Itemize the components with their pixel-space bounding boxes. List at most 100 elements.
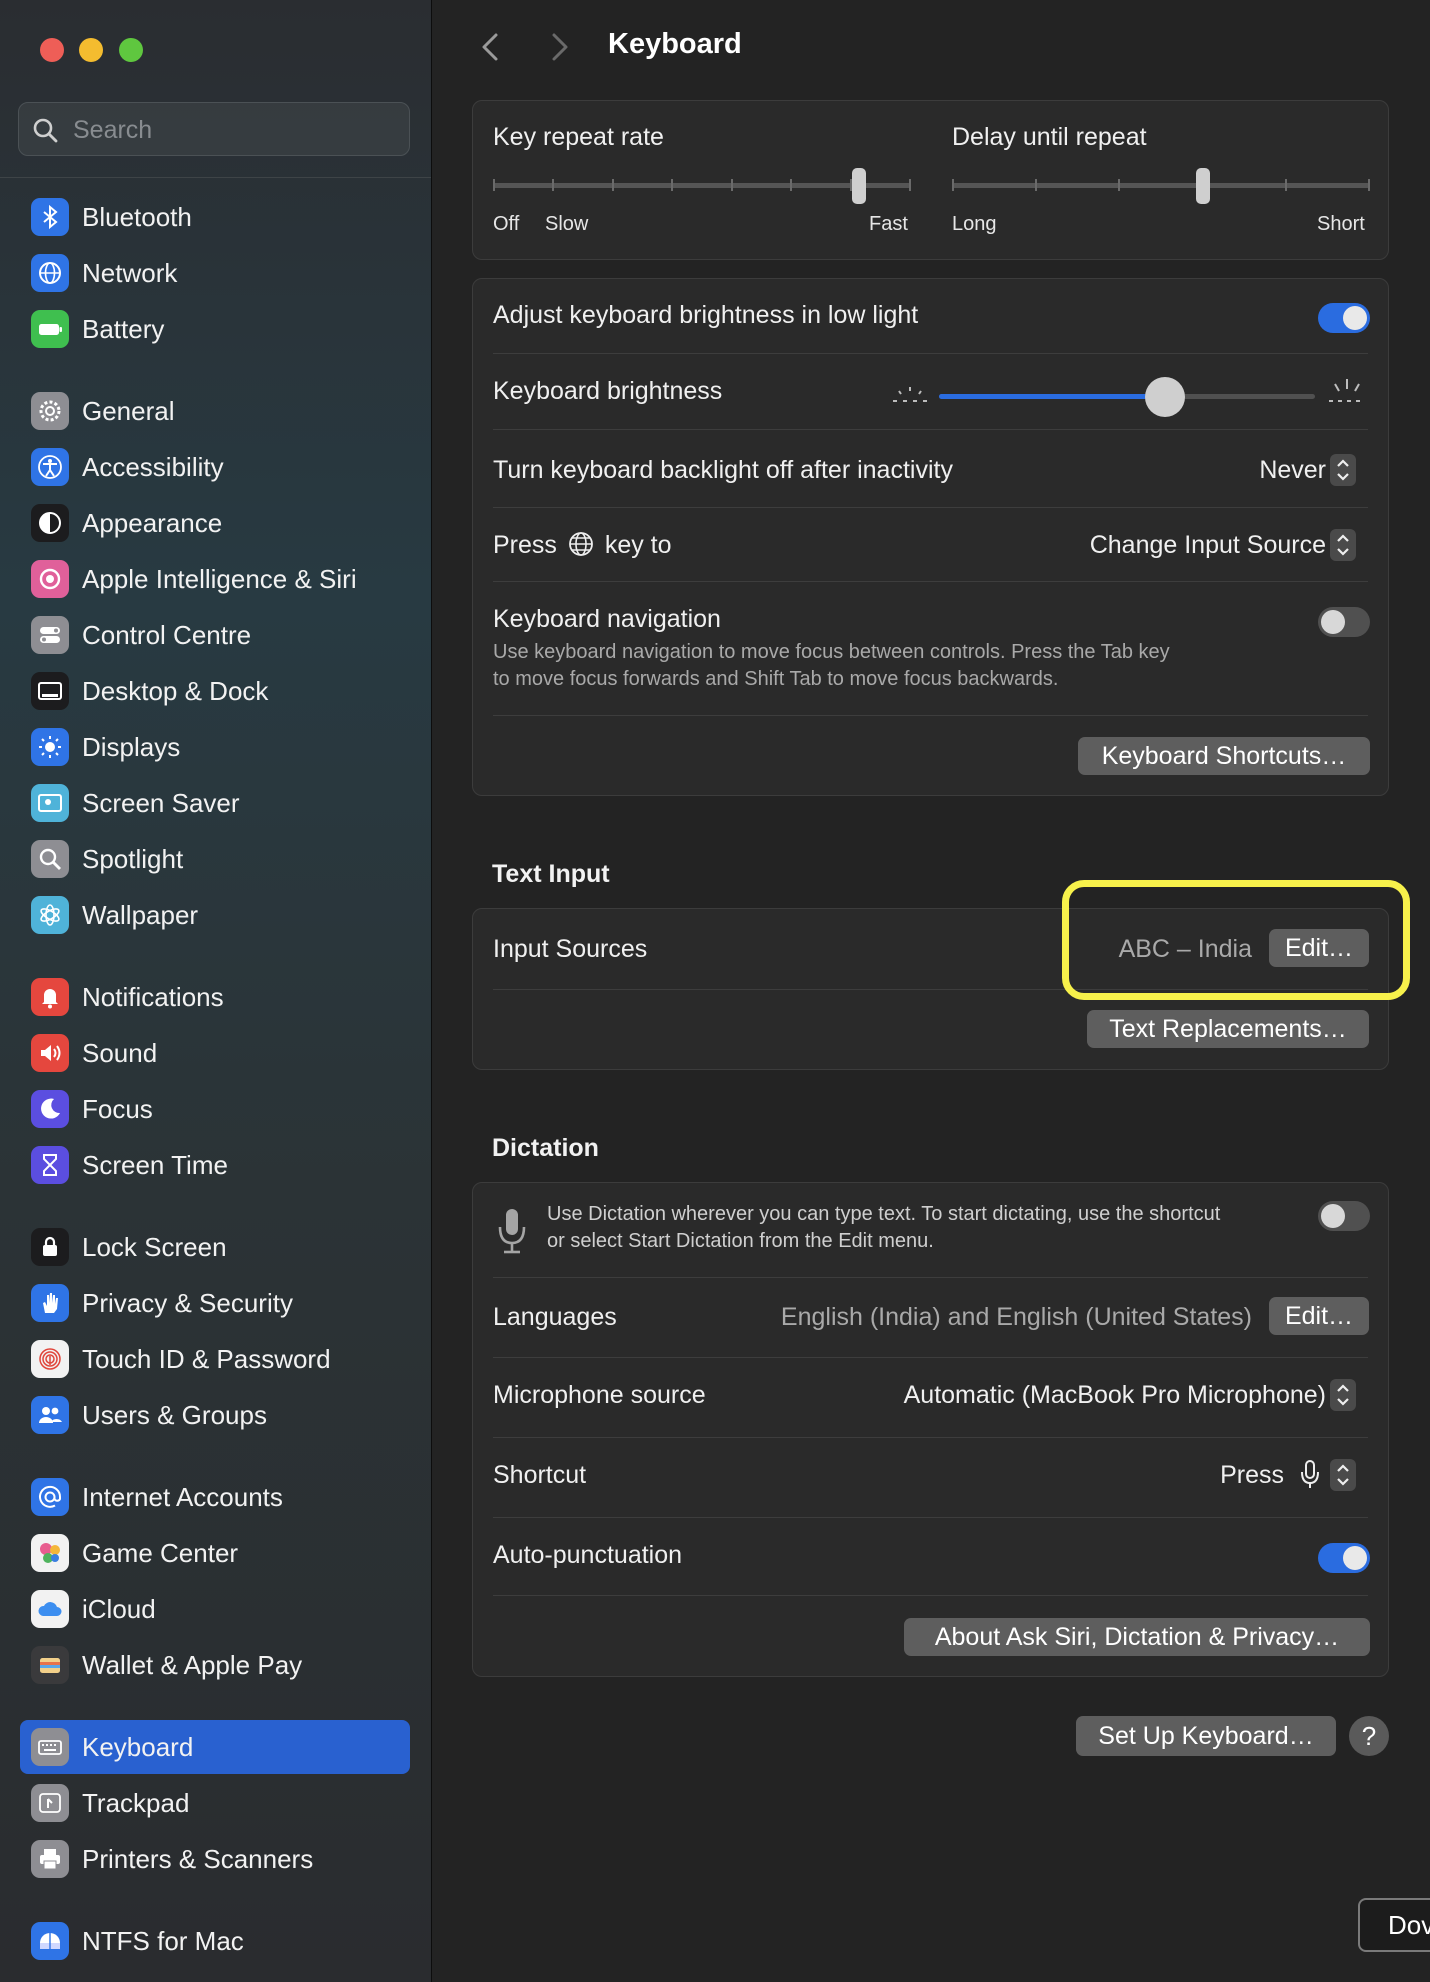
partial-button-offscreen[interactable]: Dov xyxy=(1358,1898,1430,1952)
search-field[interactable] xyxy=(18,102,410,156)
set-up-keyboard-button[interactable]: Set Up Keyboard… xyxy=(1076,1716,1336,1756)
sidebar-item-users-groups[interactable]: Users & Groups xyxy=(20,1388,410,1442)
slider-tick xyxy=(1118,179,1121,191)
sidebar-item-label: Accessibility xyxy=(82,451,224,482)
sidebar-item-label: Apple Intelligence & Siri xyxy=(82,563,357,594)
auto-punctuation-toggle[interactable] xyxy=(1318,1543,1370,1573)
keyboard-shortcuts-button[interactable]: Keyboard Shortcuts… xyxy=(1078,737,1370,775)
flower-icon xyxy=(31,896,69,934)
about-siri-dictation-privacy-button[interactable]: About Ask Siri, Dictation & Privacy… xyxy=(904,1618,1370,1656)
sidebar-item-label: Privacy & Security xyxy=(82,1287,293,1318)
shortcut-value[interactable]: Press xyxy=(1220,1461,1284,1490)
microphone-source-value[interactable]: Automatic (MacBook Pro Microphone) xyxy=(904,1381,1326,1410)
slider-tick xyxy=(1368,179,1370,191)
sidebar-item-wallet-apple-pay[interactable]: Wallet & Apple Pay xyxy=(20,1638,410,1692)
gear-icon xyxy=(31,392,69,430)
control-centre-icon xyxy=(31,616,69,654)
sidebar-item-focus[interactable]: Focus xyxy=(20,1082,410,1136)
battery-icon xyxy=(31,310,69,348)
sidebar-item-internet-accounts[interactable]: Internet Accounts xyxy=(20,1470,410,1524)
languages-edit-button[interactable]: Edit… xyxy=(1269,1297,1369,1335)
forward-arrow-icon[interactable] xyxy=(544,30,574,64)
adjust-brightness-toggle[interactable] xyxy=(1318,303,1370,333)
inactivity-popup-stepper[interactable] xyxy=(1330,454,1356,486)
sidebar-item-sound[interactable]: Sound xyxy=(20,1026,410,1080)
row-separator xyxy=(493,581,1368,582)
sidebar-item-wallpaper[interactable]: Wallpaper xyxy=(20,888,410,942)
shortcut-microphone-icon xyxy=(1301,1460,1319,1488)
minimize-window-button[interactable] xyxy=(79,38,103,62)
keyboard-icon xyxy=(31,1728,69,1766)
siri-icon xyxy=(31,560,69,598)
up-down-chevron-icon xyxy=(1337,1384,1349,1406)
microphone-source-stepper[interactable] xyxy=(1330,1379,1356,1411)
backlight-inactivity-value[interactable]: Never xyxy=(1259,456,1326,485)
slider-thumb[interactable] xyxy=(1144,377,1185,417)
speaker-icon xyxy=(31,1034,69,1072)
sidebar-item-label: Bluetooth xyxy=(82,201,192,232)
dictation-toggle[interactable] xyxy=(1318,1201,1370,1231)
sidebar-item-general[interactable]: General xyxy=(20,384,410,438)
sidebar-item-battery[interactable]: Battery xyxy=(20,302,410,356)
sidebar-item-control-centre[interactable]: Control Centre xyxy=(20,608,410,662)
dictation-card: Use Dictation wherever you can type text… xyxy=(472,1182,1389,1677)
keyboard-brightness-slider[interactable] xyxy=(939,377,1315,417)
row-separator xyxy=(493,429,1368,430)
close-window-button[interactable] xyxy=(40,38,64,62)
slider-thumb[interactable] xyxy=(1195,168,1210,204)
sidebar-item-spotlight[interactable]: Spotlight xyxy=(20,832,410,886)
key-repeat-rate-slider[interactable] xyxy=(493,166,911,206)
sidebar-item-touch-id-password[interactable]: Touch ID & Password xyxy=(20,1332,410,1386)
sidebar-item-appearance[interactable]: Appearance xyxy=(20,496,410,550)
sidebar-item-apple-intelligence-siri[interactable]: Apple Intelligence & Siri xyxy=(20,552,410,606)
sidebar-item-privacy-security[interactable]: Privacy & Security xyxy=(20,1276,410,1330)
sidebar-item-label: Desktop & Dock xyxy=(82,675,269,706)
slider-tick xyxy=(1284,179,1287,191)
help-button[interactable]: ? xyxy=(1349,1716,1389,1756)
shortcut-stepper[interactable] xyxy=(1330,1459,1356,1491)
sidebar-item-label: NTFS for Mac xyxy=(82,1925,244,1956)
hourglass-icon xyxy=(31,1146,69,1184)
delay-until-repeat-slider[interactable] xyxy=(952,166,1370,206)
sidebar-item-displays[interactable]: Displays xyxy=(20,720,410,774)
printer-icon xyxy=(31,1840,69,1878)
keyboard-navigation-toggle[interactable] xyxy=(1318,607,1370,637)
key-repeat-rate-track xyxy=(493,183,911,188)
sidebar-item-bluetooth[interactable]: Bluetooth xyxy=(20,190,410,244)
game-center-icon xyxy=(31,1534,69,1572)
sidebar-item-trackpad[interactable]: Trackpad xyxy=(20,1776,410,1830)
sidebar-item-label: Network xyxy=(82,257,178,288)
press-globe-popup-stepper[interactable] xyxy=(1330,529,1356,561)
row-separator xyxy=(493,507,1368,508)
zoom-window-button[interactable] xyxy=(119,38,143,62)
sun-icon xyxy=(31,728,69,766)
page-title: Keyboard xyxy=(608,28,742,60)
sidebar-item-icloud[interactable]: iCloud xyxy=(20,1582,410,1636)
sidebar-item-label: Wallet & Apple Pay xyxy=(82,1649,303,1680)
sidebar-item-screen-time[interactable]: Screen Time xyxy=(20,1138,410,1192)
sidebar-item-label: Battery xyxy=(82,313,165,344)
sidebar-item-keyboard[interactable]: Keyboard xyxy=(20,1720,410,1774)
dictation-desc-1: Use Dictation wherever you can type text… xyxy=(547,1203,1221,1225)
sidebar-item-printers-scanners[interactable]: Printers & Scanners xyxy=(20,1832,410,1886)
sidebar-item-network[interactable]: Network xyxy=(20,246,410,300)
press-globe-value[interactable]: Change Input Source xyxy=(1090,531,1326,560)
delay-until-repeat-track xyxy=(952,183,1370,188)
search-input[interactable] xyxy=(71,111,395,149)
sidebar-item-ntfs-for-mac[interactable]: NTFS for Mac xyxy=(20,1914,410,1968)
up-down-chevron-icon xyxy=(1337,459,1349,481)
sidebar-item-screen-saver[interactable]: Screen Saver xyxy=(20,776,410,830)
sidebar-item-lock-screen[interactable]: Lock Screen xyxy=(20,1220,410,1274)
slider-thumb[interactable] xyxy=(851,168,866,204)
toggle-knob xyxy=(1321,610,1345,634)
sidebar-item-accessibility[interactable]: Accessibility xyxy=(20,440,410,494)
sidebar-item-desktop-dock[interactable]: Desktop & Dock xyxy=(20,664,410,718)
sidebar-item-notifications[interactable]: Notifications xyxy=(20,970,410,1024)
sidebar-item-label: Wallpaper xyxy=(82,899,199,930)
text-replacements-button[interactable]: Text Replacements… xyxy=(1087,1010,1369,1048)
sidebar-item-game-center[interactable]: Game Center xyxy=(20,1526,410,1580)
globe-icon xyxy=(568,532,593,556)
ntfs-icon xyxy=(31,1922,69,1960)
back-arrow-icon[interactable] xyxy=(476,30,506,64)
press-globe-key-label: Press key to xyxy=(493,531,672,560)
